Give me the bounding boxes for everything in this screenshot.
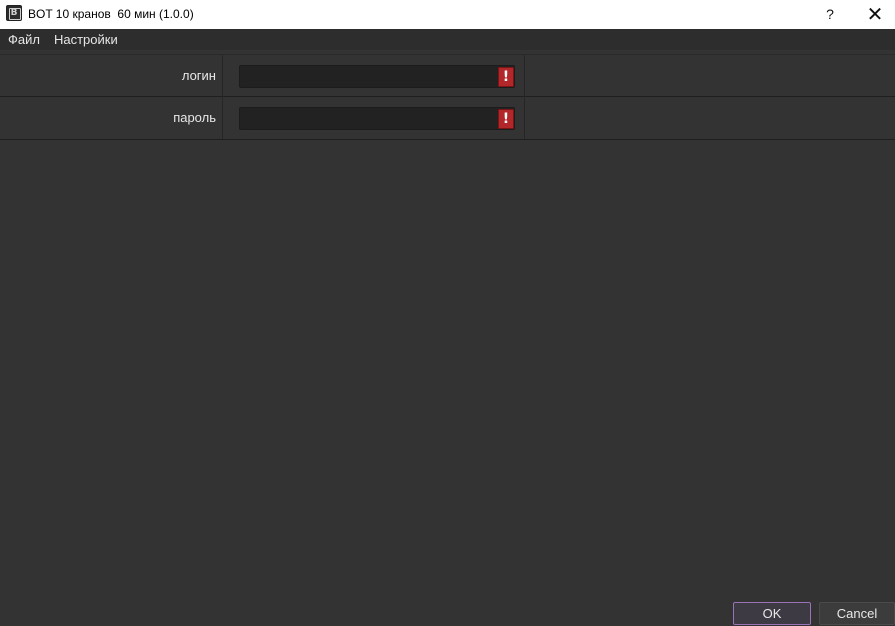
warning-icon: !	[498, 67, 514, 87]
password-label: пароль	[0, 97, 223, 139]
warning-icon: !	[498, 109, 514, 129]
menu-bar: Файл Настройки	[0, 29, 895, 50]
help-button[interactable]: ?	[818, 0, 842, 29]
menu-settings[interactable]: Настройки	[47, 29, 125, 50]
ok-button[interactable]: OK	[733, 602, 811, 625]
app-icon-letter: B	[10, 8, 18, 18]
window-title: BOT 10 кранов 60 мин (1.0.0)	[28, 7, 194, 21]
cancel-button[interactable]: Cancel	[819, 602, 895, 625]
login-input[interactable]	[239, 65, 515, 88]
title-bar: B BOT 10 кранов 60 мин (1.0.0) ? ✕	[0, 0, 895, 29]
login-field-cell: !	[224, 55, 525, 97]
password-input[interactable]	[239, 107, 515, 130]
menu-file[interactable]: Файл	[0, 29, 47, 50]
password-row: пароль !	[0, 97, 895, 140]
password-field-cell: !	[224, 97, 525, 139]
close-button[interactable]: ✕	[860, 0, 890, 29]
login-label: логин	[0, 55, 223, 97]
app-icon: B	[6, 5, 22, 21]
login-row: логин !	[0, 54, 895, 97]
